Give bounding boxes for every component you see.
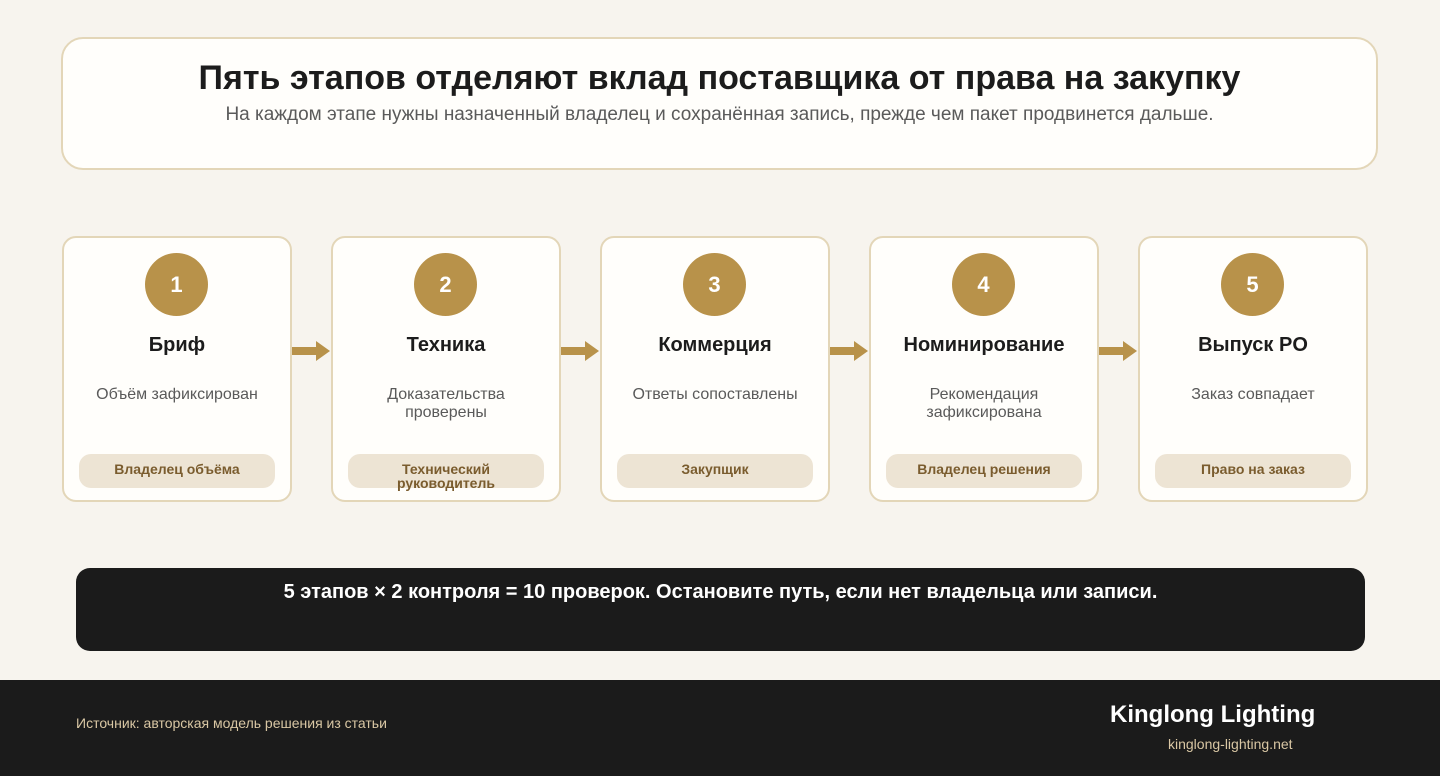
- brand-logo-text: Kinglong Lighting: [1110, 701, 1316, 728]
- arrow-right-icon: [561, 341, 599, 361]
- summary-bar: 5 этапов × 2 контроля = 10 проверок. Ост…: [76, 568, 1365, 651]
- stage-number-badge: 1: [145, 253, 208, 316]
- arrow-right-icon: [830, 341, 868, 361]
- stage-card-3: 3 Коммерция Ответы сопоставлены Закупщик: [600, 236, 830, 502]
- stage-number-badge: 5: [1221, 253, 1284, 316]
- source-note: Источник: авторская модель решения из ст…: [76, 715, 387, 731]
- stage-title: Коммерция: [658, 334, 772, 356]
- stage-number-badge: 4: [952, 253, 1015, 316]
- footer: Источник: авторская модель решения из ст…: [0, 680, 1440, 776]
- stage-title: Бриф: [148, 334, 206, 356]
- stage-card-2: 2 Техника Доказательства проверены Техни…: [331, 236, 561, 502]
- stage-description: Объём зафиксирован: [96, 386, 258, 403]
- page-subtitle: На каждом этапе нужны назначенный владел…: [225, 104, 1214, 125]
- brand-url: kinglong-lighting.net: [1168, 736, 1293, 752]
- arrow-right-icon: [292, 341, 330, 361]
- stage-owner-pill: Технический руководитель: [348, 454, 544, 490]
- header-card: Пять этапов отделяют вклад поставщика от…: [61, 37, 1378, 170]
- stage-description: Заказ совпадает: [1191, 386, 1315, 403]
- stage-description: Рекомендация зафиксирована: [926, 386, 1042, 421]
- stage-title: Техника: [406, 334, 486, 356]
- summary-text: 5 этапов × 2 контроля = 10 проверок. Ост…: [283, 581, 1158, 603]
- stage-title: Выпуск PO: [1198, 334, 1308, 356]
- stage-description: Доказательства проверены: [387, 386, 505, 421]
- stage-owner-pill: Закупщик: [617, 454, 813, 488]
- stage-title: Номинирование: [903, 334, 1065, 356]
- stage-description: Ответы сопоставлены: [632, 386, 798, 403]
- stage-number-badge: 3: [683, 253, 746, 316]
- stage-number-badge: 2: [414, 253, 477, 316]
- stage-owner-pill: Право на заказ: [1155, 454, 1351, 488]
- stage-owner-pill: Владелец объёма: [79, 454, 275, 488]
- stage-card-1: 1 Бриф Объём зафиксирован Владелец объём…: [62, 236, 292, 502]
- page-title: Пять этапов отделяют вклад поставщика от…: [198, 59, 1241, 97]
- stage-owner-pill: Владелец решения: [886, 454, 1082, 488]
- stage-card-5: 5 Выпуск PO Заказ совпадает Право на зак…: [1138, 236, 1368, 502]
- arrow-right-icon: [1099, 341, 1137, 361]
- stage-card-4: 4 Номинирование Рекомендация зафиксирова…: [869, 236, 1099, 502]
